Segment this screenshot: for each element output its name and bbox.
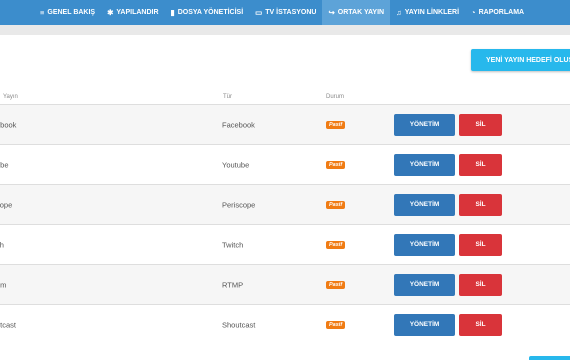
table-header: Yayın Tür Durum xyxy=(0,92,570,104)
manage-button[interactable]: YÖNETİM xyxy=(394,233,455,256)
delete-button[interactable]: SİL xyxy=(459,313,502,336)
nav-item-stream-links[interactable]: ♫ YAYIN LİNKLERİ xyxy=(390,0,465,25)
nav-item-label: YAYIN LİNKLERİ xyxy=(404,9,460,16)
stream-name: ch xyxy=(0,240,4,249)
nav-item-label: ORTAK YAYIN xyxy=(337,9,385,16)
nav-item-overview[interactable]: ≡ GENEL BAKIŞ xyxy=(34,0,101,25)
stream-type: Shoutcast xyxy=(222,320,256,329)
manage-button[interactable]: YÖNETİM xyxy=(394,153,455,176)
pie-chart-icon: ◔ xyxy=(471,7,476,17)
stream-type: RTMP xyxy=(222,280,244,289)
manage-button[interactable]: YÖNETİM xyxy=(394,273,455,296)
status-badge: Pasif xyxy=(326,240,346,249)
footer-action-button[interactable] xyxy=(529,356,570,360)
status-badge: Pasif xyxy=(326,320,346,329)
stream-name: ube xyxy=(0,160,9,169)
delete-button[interactable]: SİL xyxy=(459,273,502,296)
sub-header-bar xyxy=(0,25,570,35)
nav-item-configure[interactable]: ✱ YAPILANDIR xyxy=(101,0,164,25)
wrench-icon: ✱ xyxy=(107,7,114,17)
column-header-type: Tür xyxy=(223,94,232,100)
nav-item-label: DOSYA YÖNETİCİSİ xyxy=(177,9,244,16)
stream-name: om xyxy=(0,280,7,289)
nav-item-label: RAPORLAMA xyxy=(478,9,525,16)
music-icon: ♫ xyxy=(396,7,402,17)
manage-button[interactable]: YÖNETİM xyxy=(394,193,455,216)
column-header-stream: Yayın xyxy=(3,94,18,100)
share-icon: ↪ xyxy=(328,7,335,17)
table-row: ebook Facebook Pasif YÖNETİM SİL xyxy=(0,104,570,144)
manage-button[interactable]: YÖNETİM xyxy=(394,113,455,136)
stream-type: Youtube xyxy=(222,160,250,169)
table-row: om RTMP Pasif YÖNETİM SİL xyxy=(0,264,570,304)
monitor-icon: ▭ xyxy=(255,7,263,17)
table-row: htcast Shoutcast Pasif YÖNETİM SİL xyxy=(0,304,570,344)
nav-item-label: GENEL BAKIŞ xyxy=(47,9,96,16)
status-badge: Pasif xyxy=(326,280,346,289)
column-header-status: Durum xyxy=(326,94,345,100)
manage-button[interactable]: YÖNETİM xyxy=(394,313,455,336)
add-stream-target-button[interactable]: YENİ YAYIN HEDEFİ OLUŞTU xyxy=(471,49,570,71)
delete-button[interactable]: SİL xyxy=(459,153,502,176)
nav-item-label: YAPILANDIR xyxy=(116,9,159,16)
stream-type: Periscope xyxy=(222,200,256,209)
nav-item-shared-stream[interactable]: ↪ ORTAK YAYIN xyxy=(322,0,391,25)
delete-button[interactable]: SİL xyxy=(459,233,502,256)
table-row: ube Youtube Pasif YÖNETİM SİL xyxy=(0,144,570,184)
top-navbar: ≡ GENEL BAKIŞ ✱ YAPILANDIR ▮ DOSYA YÖNET… xyxy=(0,0,570,25)
menu-icon: ≡ xyxy=(40,7,45,17)
stream-type: Twitch xyxy=(222,240,244,249)
delete-button[interactable]: SİL xyxy=(459,113,502,136)
nav-item-reports[interactable]: ◔ RAPORLAMA xyxy=(465,0,530,25)
table-row: cope Periscope Pasif YÖNETİM SİL xyxy=(0,184,570,224)
status-badge: Pasif xyxy=(326,120,346,129)
stream-name: ebook xyxy=(0,120,17,129)
status-badge: Pasif xyxy=(326,200,346,209)
stream-name: htcast xyxy=(0,320,17,329)
stream-name: cope xyxy=(0,200,13,209)
delete-button[interactable]: SİL xyxy=(459,193,502,216)
file-icon: ▮ xyxy=(170,7,175,17)
nav-item-file-manager[interactable]: ▮ DOSYA YÖNETİCİSİ xyxy=(165,0,250,25)
stream-type: Facebook xyxy=(222,120,255,129)
status-badge: Pasif xyxy=(326,160,346,169)
table-row: ch Twitch Pasif YÖNETİM SİL xyxy=(0,224,570,264)
nav-item-tv-station[interactable]: ▭ TV İSTASYONU xyxy=(249,0,322,25)
nav-item-label: TV İSTASYONU xyxy=(265,9,317,16)
